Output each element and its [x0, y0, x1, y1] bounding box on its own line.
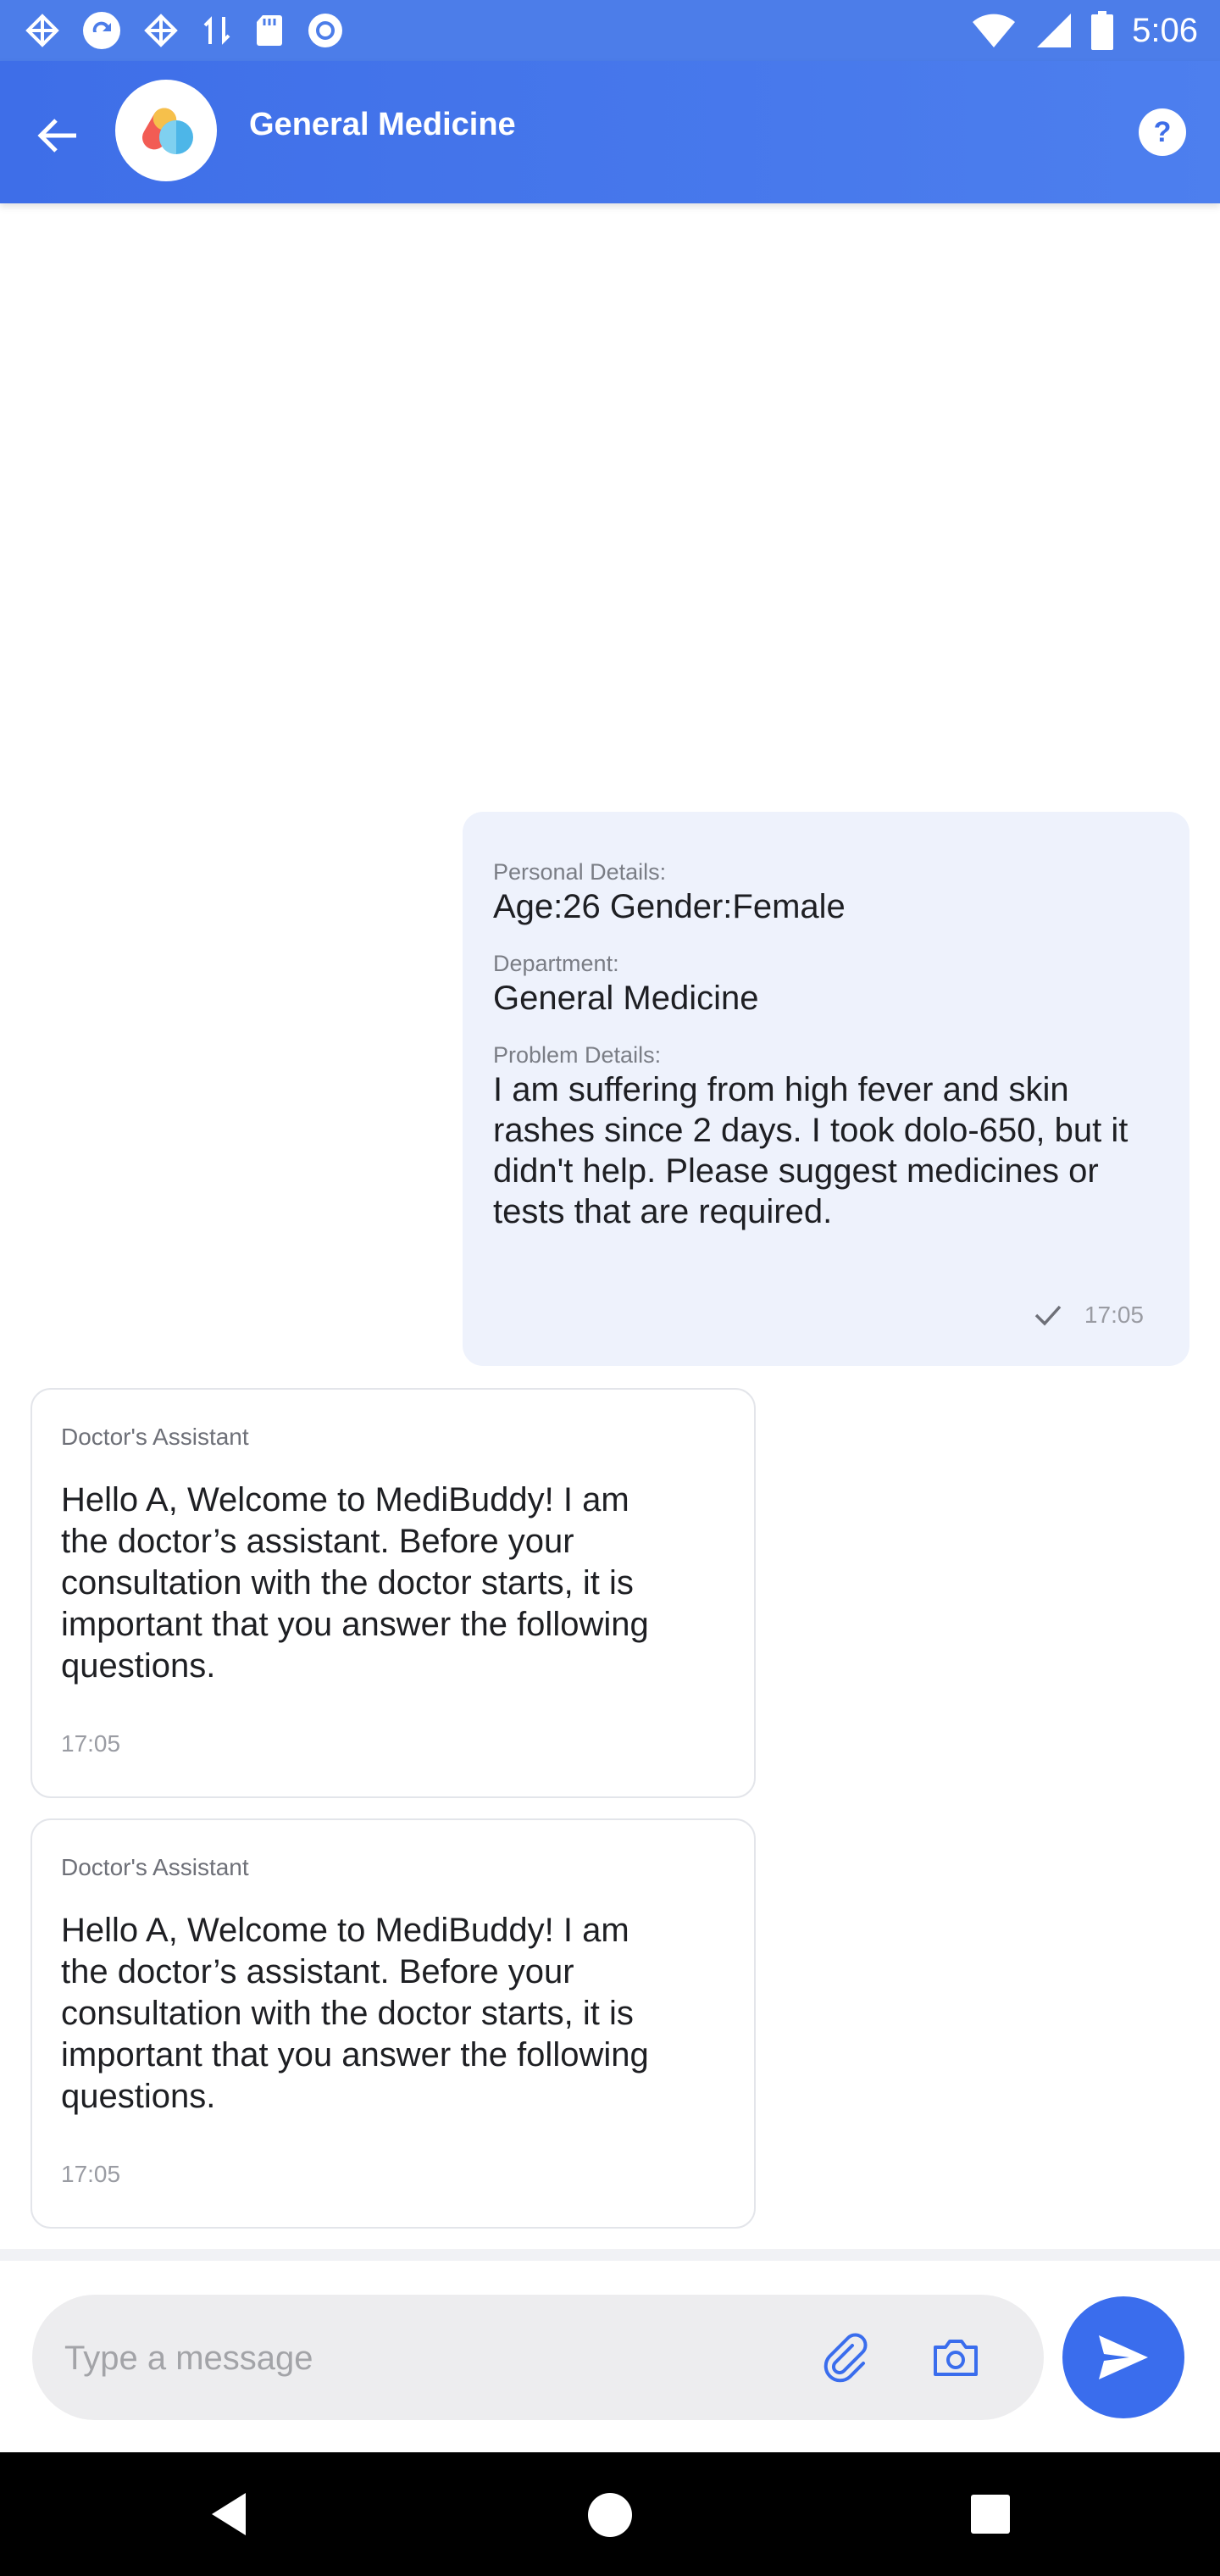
system-icons: 5:06 [971, 10, 1198, 51]
problem-value: I am suffering from high fever and skin … [493, 1071, 1128, 1230]
nav-back-icon[interactable] [208, 2491, 249, 2537]
personal-details-label: Personal Details: [493, 859, 667, 885]
data-transfer-icon [203, 16, 230, 45]
message-text: Hello A, Welcome to MediBuddy! I am the … [61, 1481, 649, 1685]
app-bar: General Medicine ? [0, 61, 1220, 203]
message-text: Hello A, Welcome to MediBuddy! I am the … [61, 1912, 649, 2115]
message-composer [0, 2261, 1220, 2452]
arrow-left-icon [37, 119, 76, 153]
check-icon [1034, 1305, 1062, 1326]
system-navigation-bar [0, 2452, 1220, 2576]
sender-name: Doctor's Assistant [61, 1424, 249, 1450]
problem-label: Problem Details: [493, 1042, 662, 1068]
battery-icon [1091, 11, 1114, 50]
sync-icon [83, 12, 120, 49]
notification-icons [22, 10, 346, 51]
record-icon [308, 14, 342, 47]
sender-name: Doctor's Assistant [61, 1854, 249, 1880]
medicine-pill-icon [142, 108, 193, 154]
camera-button[interactable] [929, 2330, 983, 2384]
message-meta: 17:05 [1034, 1302, 1144, 1329]
help-button[interactable]: ? [1139, 108, 1186, 156]
problem-details: Problem Details: I am suffering from hig… [493, 1041, 1159, 1232]
message-time: 17:05 [61, 2161, 121, 2187]
department-details: Department: General Medicine [493, 949, 1159, 1019]
message-time: 17:05 [61, 1730, 121, 1757]
status-bar: 5:06 [0, 0, 1220, 61]
department-label: Department: [493, 951, 619, 976]
personal-details: Personal Details: Age:26 Gender:Female [493, 858, 1159, 927]
personal-details-value: Age:26 Gender:Female [493, 888, 846, 925]
app-grid-icon [144, 14, 178, 47]
app-grid-icon [25, 14, 59, 47]
wifi-icon [973, 14, 1016, 47]
signal-icon [1037, 14, 1072, 47]
message-input[interactable] [63, 2323, 795, 2393]
nav-recents-icon[interactable] [971, 2495, 1010, 2534]
incoming-message: Doctor's Assistant Hello A, Welcome to M… [30, 1388, 756, 1798]
send-button[interactable] [1062, 2296, 1184, 2418]
department-avatar [115, 80, 217, 181]
sd-card-icon [257, 15, 282, 46]
clock: 5:06 [1132, 11, 1198, 49]
nav-home-icon[interactable] [588, 2493, 632, 2537]
incoming-message: Doctor's Assistant Hello A, Welcome to M… [30, 1818, 756, 2229]
camera-icon [934, 2340, 978, 2376]
send-icon [1099, 2335, 1148, 2379]
back-button[interactable] [30, 108, 85, 163]
page-title: General Medicine [249, 107, 516, 142]
composer-divider [0, 2249, 1220, 2261]
message-time: 17:05 [1084, 1302, 1144, 1328]
outgoing-message: Personal Details: Age:26 Gender:Female D… [463, 812, 1190, 1366]
message-input-container [32, 2295, 1044, 2420]
attach-button[interactable] [818, 2330, 873, 2384]
paperclip-icon [824, 2333, 868, 2383]
department-value: General Medicine [493, 980, 759, 1017]
